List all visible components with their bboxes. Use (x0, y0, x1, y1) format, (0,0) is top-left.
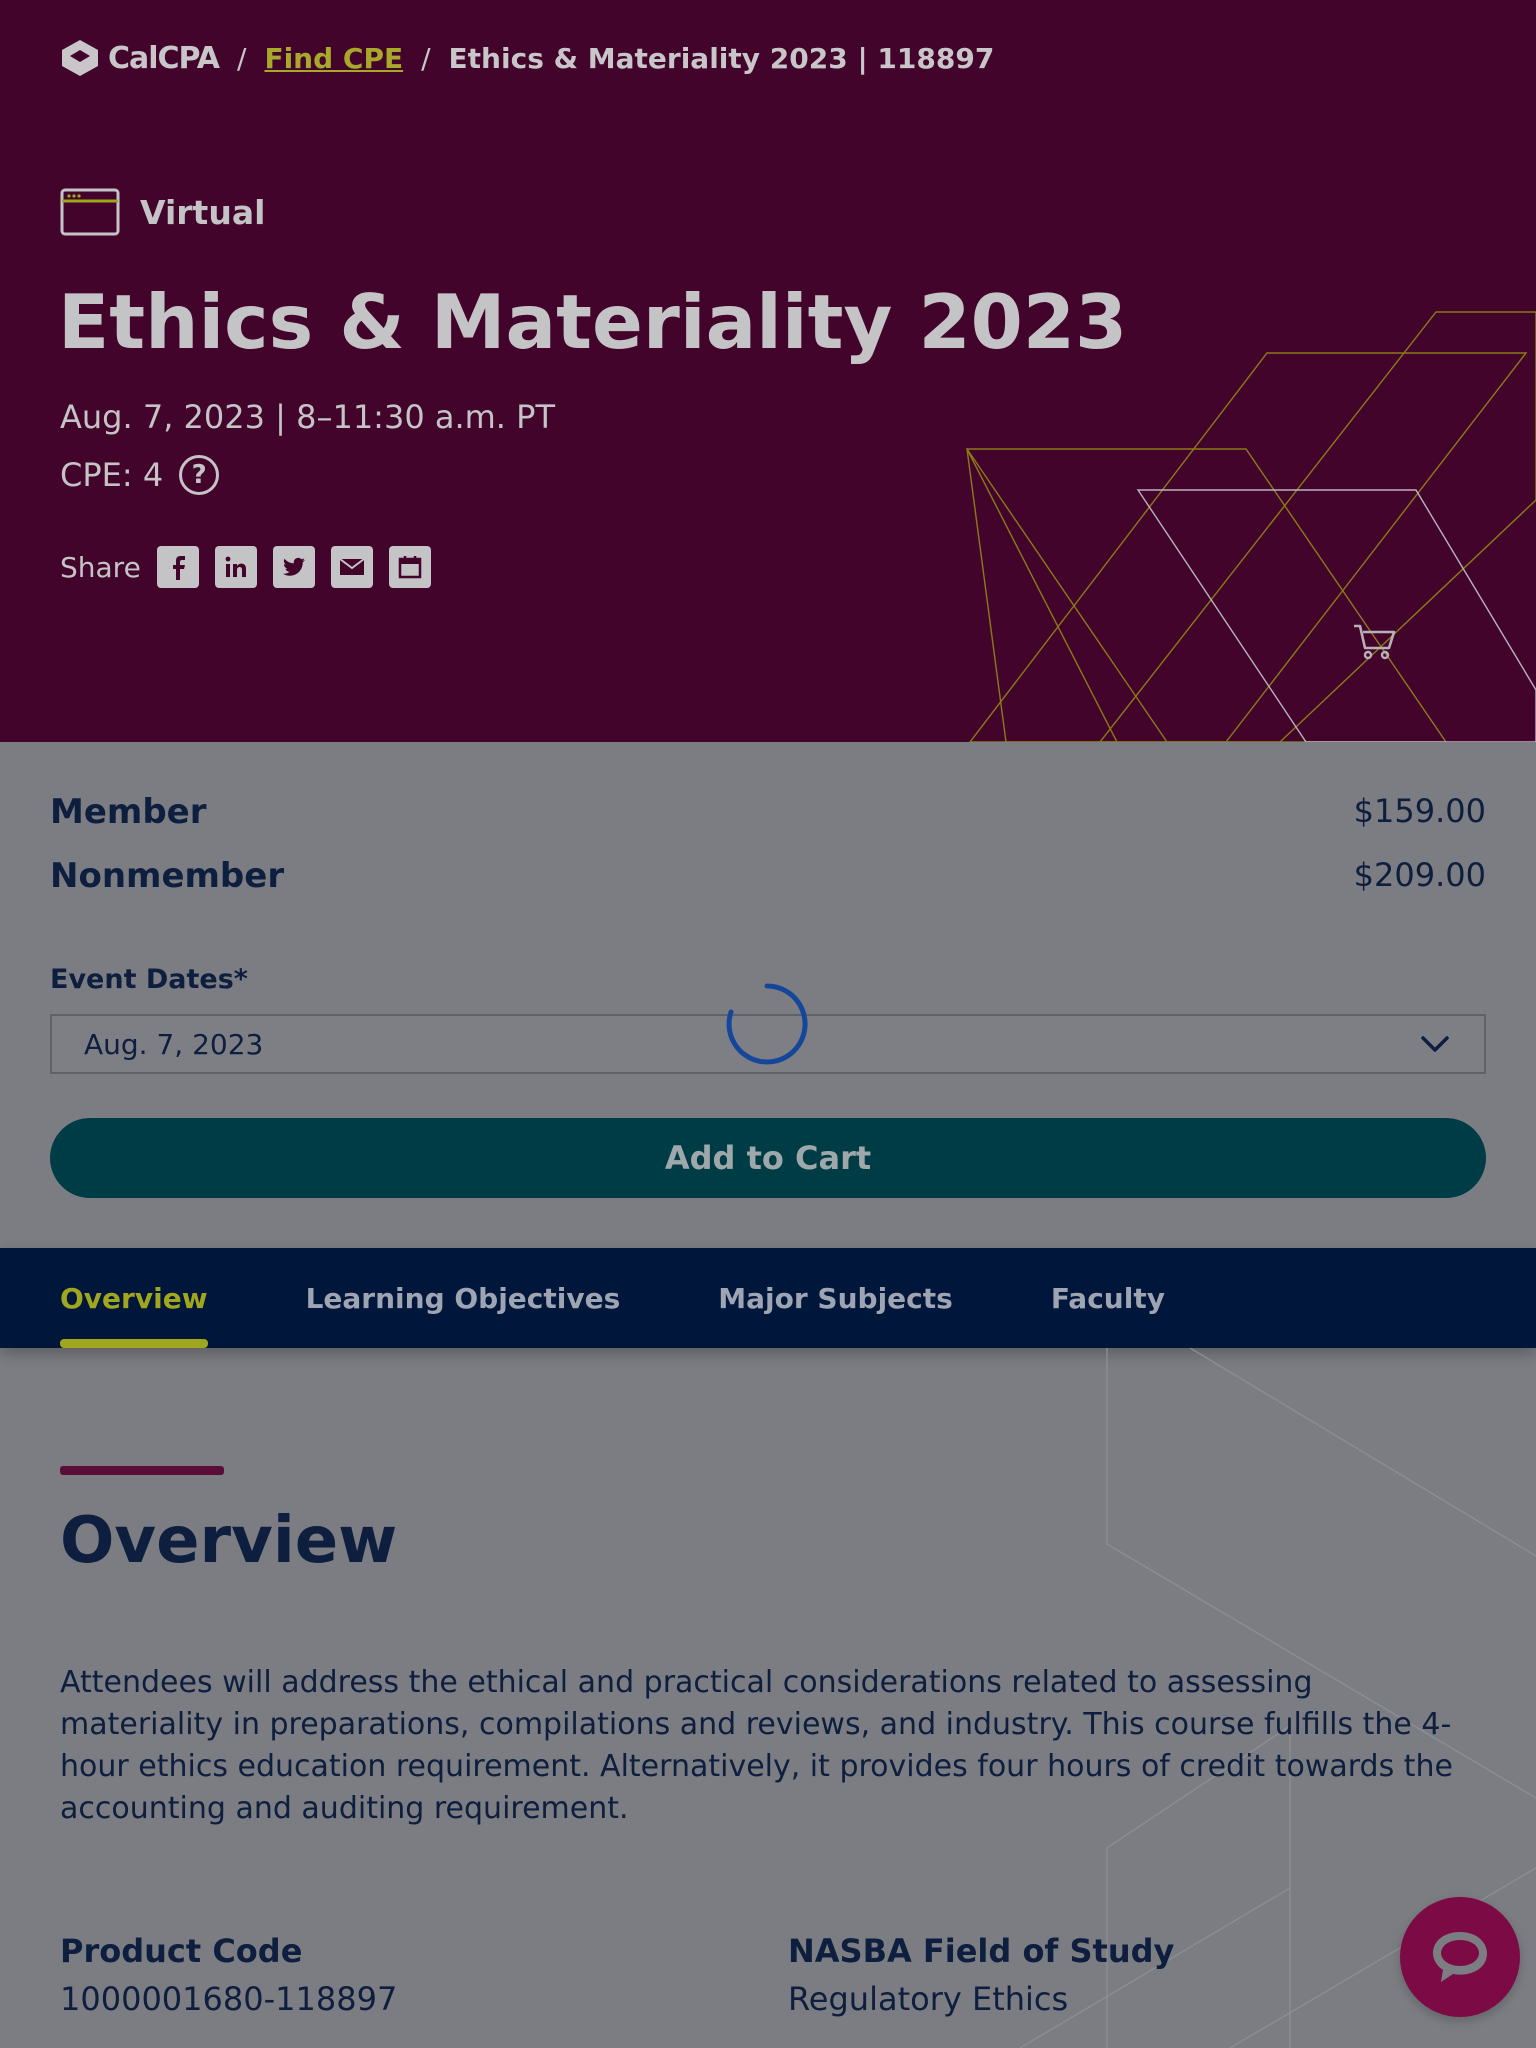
nonmember-price-row: Nonmember $209.00 (50, 856, 1486, 896)
event-dates-label: Event Dates* (50, 964, 248, 995)
field-of-study-label: NASBA Field of Study (788, 1932, 1175, 1970)
nonmember-label: Nonmember (50, 856, 285, 896)
share-bar: Share (60, 546, 431, 588)
cpe-label: CPE: 4 (60, 456, 164, 494)
tab-major-subjects[interactable]: Major Subjects (718, 1248, 953, 1348)
hero-decoration (965, 311, 1536, 742)
calcpa-logo[interactable]: CalCPA (60, 38, 220, 78)
email-icon[interactable] (330, 546, 373, 588)
chevron-down-icon (1421, 1036, 1449, 1052)
event-modality: Virtual (60, 188, 265, 236)
breadcrumb-find-cpe-link[interactable]: Find CPE (264, 42, 403, 75)
page-title: Ethics & Materiality 2023 (58, 278, 1128, 366)
selected-date: Aug. 7, 2023 (84, 1027, 264, 1061)
breadcrumb: CalCPA / Find CPE / Ethics & Materiality… (60, 38, 994, 78)
member-label: Member (50, 792, 207, 832)
nonmember-price: $209.00 (1353, 856, 1486, 894)
breadcrumb-separator: / (421, 41, 431, 75)
overview-heading: Overview (60, 1504, 398, 1578)
browser-window-icon (60, 188, 120, 236)
tab-overview[interactable]: Overview (60, 1248, 208, 1348)
calcpa-logo-icon (62, 40, 98, 76)
modality-label: Virtual (140, 192, 266, 232)
overview-section: Overview Attendees will address the ethi… (0, 1348, 1536, 2048)
member-price: $159.00 (1353, 792, 1486, 830)
tab-faculty[interactable]: Faculty (1051, 1248, 1165, 1348)
field-of-study-value: Regulatory Ethics (788, 1980, 1069, 2018)
section-tabs: Overview Learning Objectives Major Subje… (0, 1248, 1536, 1348)
linkedin-icon[interactable] (214, 546, 257, 588)
product-code-label: Product Code (60, 1932, 303, 1970)
breadcrumb-separator: / (237, 41, 247, 75)
product-code-value: 1000001680-118897 (60, 1980, 398, 2018)
chat-bubble-icon (1433, 1932, 1487, 1982)
member-price-row: Member $159.00 (50, 792, 1486, 832)
calendar-icon[interactable] (388, 546, 431, 588)
loading-spinner-icon (726, 983, 808, 1065)
section-accent-bar (60, 1466, 224, 1475)
event-hero: CalCPA / Find CPE / Ethics & Materiality… (0, 0, 1536, 742)
overview-description: Attendees will address the ethical and p… (60, 1665, 1453, 1826)
product-code-block: Product Code 1000001680-118897 (60, 1932, 397, 2018)
pricing-panel: Member $159.00 Nonmember $209.00 Event D… (0, 742, 1536, 1248)
logo-text: CalCPA (108, 40, 220, 76)
tab-learning-objectives[interactable]: Learning Objectives (306, 1248, 621, 1348)
event-date-time: Aug. 7, 2023 | 8–11:30 a.m. PT (60, 398, 555, 436)
cpe-credits: CPE: 4 ? (60, 455, 220, 495)
field-of-study-block: NASBA Field of Study Regulatory Ethics (788, 1932, 1174, 2018)
add-to-cart-button[interactable]: Add to Cart (50, 1118, 1486, 1198)
facebook-icon[interactable] (156, 546, 199, 588)
breadcrumb-current: Ethics & Materiality 2023 | 118897 (448, 41, 995, 75)
twitter-icon[interactable] (272, 546, 315, 588)
chat-button[interactable] (1400, 1897, 1520, 2017)
cart-icon[interactable] (1352, 622, 1398, 662)
help-icon[interactable]: ? (179, 455, 220, 495)
share-label: Share (60, 550, 141, 584)
